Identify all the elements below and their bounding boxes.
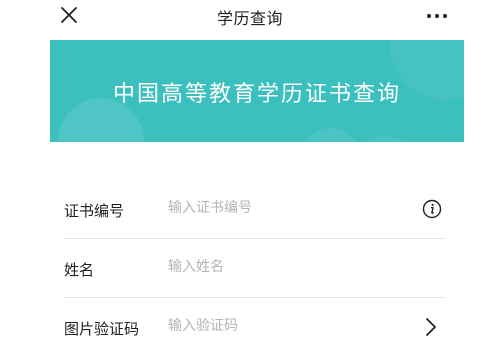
more-icon: [427, 14, 447, 18]
certificate-number-input[interactable]: [168, 194, 398, 222]
header-banner: 中国高等教育学历证书查询: [50, 40, 464, 142]
query-form: 证书编号 姓名 图片验证码: [64, 180, 446, 356]
certificate-number-label: 证书编号: [64, 202, 125, 220]
name-label: 姓名: [64, 261, 95, 279]
form-row-certificate-number: 证书编号: [64, 180, 446, 239]
banner-title: 中国高等教育学历证书查询: [112, 82, 401, 107]
captcha-label: 图片验证码: [64, 320, 140, 338]
name-input[interactable]: [168, 253, 398, 281]
form-row-name: 姓名: [64, 239, 446, 298]
banner-decoration: [300, 128, 360, 142]
form-row-captcha: 图片验证码: [64, 298, 446, 356]
more-button[interactable]: [425, 4, 449, 26]
banner-decoration: [350, 136, 420, 142]
chevron-right-icon: [426, 318, 436, 336]
info-button[interactable]: [422, 199, 442, 219]
captcha-input[interactable]: [168, 312, 398, 340]
nav-bar: 学历查询: [0, 0, 500, 34]
info-icon: [422, 199, 442, 219]
captcha-image-button[interactable]: [424, 315, 438, 339]
